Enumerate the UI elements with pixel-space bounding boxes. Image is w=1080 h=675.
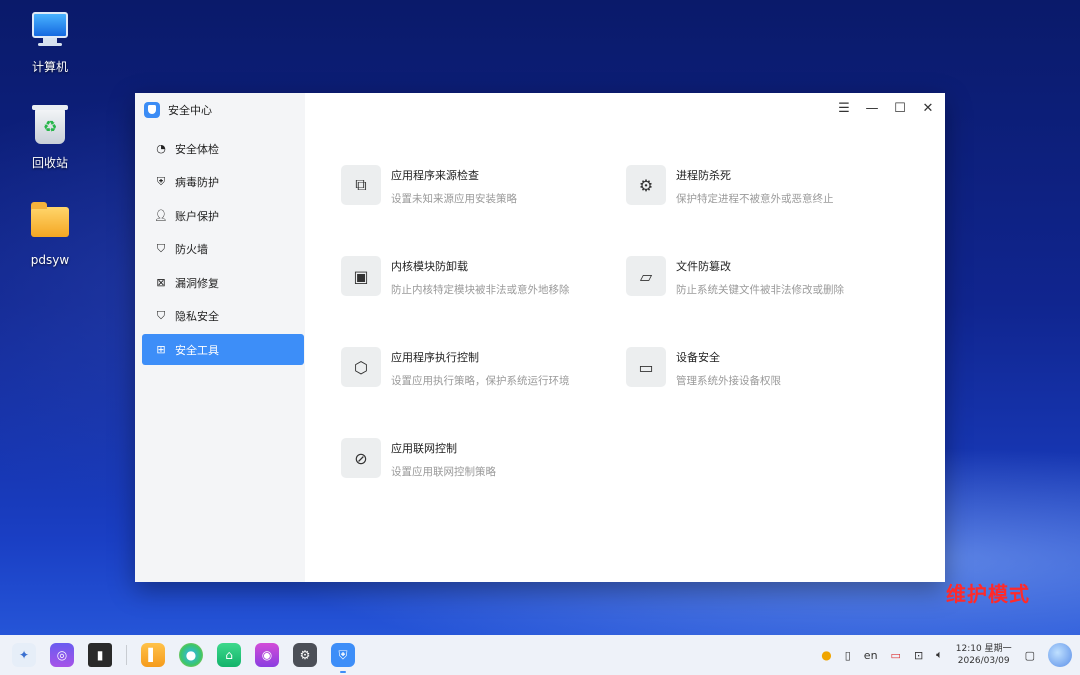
tool-title: 应用程序来源检查	[391, 169, 479, 182]
sidebar-item-label: 病毒防护	[175, 176, 219, 189]
sidebar-item-label: 安全工具	[175, 343, 219, 357]
window-controls: ☰ — ☐ ✕	[835, 99, 937, 117]
tool-card-kernel-module[interactable]: ▣ 内核模块防卸载 防止内核特定模块被非法或意外地移除	[341, 256, 570, 297]
app-title: 安全中心	[168, 104, 212, 117]
bug-fix-icon: ⊠	[156, 276, 166, 289]
folder-lock-icon: ▱	[626, 256, 666, 296]
tool-title: 应用联网控制	[391, 442, 457, 455]
grid-icon: ⊞	[156, 343, 166, 356]
minimize-icon[interactable]: —	[863, 99, 881, 117]
app-source-icon: ⧉	[341, 165, 381, 205]
privacy-shield-icon: ⛉	[156, 309, 166, 322]
tool-desc: 保护特定进程不被意外或恶意终止	[676, 193, 834, 205]
user-avatar-icon[interactable]	[1048, 643, 1072, 667]
desktop-icon-folder[interactable]: pdsyw	[15, 202, 85, 267]
sidebar-item-security-check[interactable]: ◔ 安全体检	[142, 133, 304, 164]
notification-dot-icon[interactable]: ●	[821, 648, 831, 662]
tool-desc: 管理系统外接设备权限	[676, 375, 781, 387]
tool-desc: 设置应用联网控制策略	[391, 466, 496, 478]
sidebar-nav: ◔ 安全体检 ⛨ 病毒防护 👤︎ 账户保护 ⛉ 防火墙 ⊠ 漏洞修复 ⛉ 隐私安…	[135, 133, 305, 365]
sidebar-item-label: 防火墙	[175, 243, 208, 256]
chip-icon: ▣	[341, 256, 381, 296]
folder-icon	[30, 202, 70, 247]
browser-icon[interactable]: ●	[179, 643, 203, 667]
tool-title: 内核模块防卸载	[391, 260, 468, 273]
battery-icon[interactable]: ▭	[891, 649, 901, 662]
tool-title: 应用程序执行控制	[391, 351, 479, 364]
network-icon[interactable]: ⊡	[914, 649, 923, 662]
desktop-icon-label: 回收站	[31, 156, 68, 170]
taskbar-separator	[126, 645, 127, 665]
firewall-icon: ⛉	[156, 242, 166, 255]
settings-icon[interactable]: ⚙	[293, 643, 317, 667]
desktop-icon-label: 计算机	[31, 60, 68, 74]
maximize-icon[interactable]: ☐	[891, 99, 909, 117]
app-header: 安全中心	[135, 93, 305, 127]
tool-card-exec-control[interactable]: ⬡ 应用程序执行控制 设置应用执行策略，保护系统运行环境	[341, 347, 570, 388]
desktop-icon-trash[interactable]: 回收站	[15, 105, 85, 171]
tool-desc: 防止内核特定模块被非法或意外地移除	[391, 284, 570, 296]
computer-icon	[30, 12, 70, 52]
sidebar-item-security-tools[interactable]: ⊞ 安全工具	[142, 334, 304, 365]
tool-title: 文件防篡改	[676, 260, 731, 273]
multitask-icon[interactable]: ▮	[88, 643, 112, 667]
volume-icon[interactable]: 🔈︎	[936, 648, 943, 662]
sidebar-item-label: 漏洞修复	[175, 276, 219, 290]
sidebar-item-label: 安全体检	[175, 142, 219, 156]
desktop-icon-label: pdsyw	[30, 253, 70, 267]
clipboard-icon[interactable]: ▯	[845, 649, 851, 662]
security-center-icon[interactable]: ⛨	[331, 643, 355, 673]
process-icon: ⚙	[626, 165, 666, 205]
sidebar-item-vulnerability-fix[interactable]: ⊠ 漏洞修复	[142, 267, 304, 298]
clock[interactable]: 12:10 星期一 2026/03/09	[956, 643, 1012, 667]
sidebar-item-privacy[interactable]: ⛉ 隐私安全	[142, 301, 304, 332]
maintenance-mode-watermark: 维护模式	[946, 582, 1030, 606]
launcher-icon[interactable]: ✦	[12, 643, 36, 667]
tool-desc: 防止系统关键文件被非法修改或删除	[676, 284, 844, 296]
menu-icon[interactable]: ☰	[835, 99, 853, 117]
sidebar: 安全中心 ◔ 安全体检 ⛨ 病毒防护 👤︎ 账户保护 ⛉ 防火墙 ⊠ 漏洞修复	[135, 93, 305, 582]
security-center-window: 安全中心 ◔ 安全体检 ⛨ 病毒防护 👤︎ 账户保护 ⛉ 防火墙 ⊠ 漏洞修复	[135, 93, 945, 582]
tool-title: 设备安全	[676, 351, 720, 364]
tool-card-process-protection[interactable]: ⚙ 进程防杀死 保护特定进程不被意外或恶意终止	[626, 165, 834, 206]
sidebar-item-account-protection[interactable]: 👤︎ 账户保护	[142, 200, 304, 231]
close-icon[interactable]: ✕	[919, 99, 937, 117]
clock-time: 12:10 星期一	[955, 644, 1012, 654]
system-tray: ● ▯ en ▭ ⊡ 🔈︎ 12:10 星期一 2026/03/09 ▢	[821, 635, 1080, 675]
tool-card-file-tamper[interactable]: ▱ 文件防篡改 防止系统关键文件被非法修改或删除	[626, 256, 844, 297]
shield-plus-icon: ⛨	[156, 175, 166, 188]
exec-control-icon: ⬡	[341, 347, 381, 387]
sidebar-item-label: 隐私安全	[175, 310, 219, 323]
app-store-icon[interactable]: ⌂	[217, 643, 241, 667]
sidebar-item-label: 账户保护	[175, 209, 219, 223]
camera-icon[interactable]: ◉	[255, 643, 279, 667]
tool-card-network-control[interactable]: ⊘ 应用联网控制 设置应用联网控制策略	[341, 438, 496, 479]
taskbar: ✦ ◎ ▮ ▌ ● ⌂ ◉ ⚙ ⛨ ● ▯ en ▭ ⊡ 🔈︎ 12:10 星期…	[0, 635, 1080, 675]
tool-title: 进程防杀死	[676, 169, 731, 182]
file-manager-icon[interactable]: ▌	[141, 643, 165, 667]
network-planet-icon: ⊘	[341, 438, 381, 478]
tool-desc: 设置未知来源应用安装策略	[391, 193, 517, 205]
main-content: ☰ — ☐ ✕ ⧉ 应用程序来源检查 设置未知来源应用安装策略 ⚙ 进程防杀死 …	[305, 93, 945, 582]
user-icon: 👤︎	[154, 209, 168, 222]
notification-center-icon[interactable]: ▢	[1025, 649, 1035, 662]
tool-card-device-security[interactable]: ▭ 设备安全 管理系统外接设备权限	[626, 347, 781, 388]
sidebar-item-virus-protection[interactable]: ⛨ 病毒防护	[142, 167, 304, 198]
desktop-icon-computer[interactable]: 计算机	[15, 12, 85, 75]
security-center-logo-icon	[144, 102, 160, 118]
scan-icon: ◔	[156, 142, 166, 155]
trash-icon	[30, 105, 70, 148]
search-app-icon[interactable]: ◎	[50, 643, 74, 667]
device-monitor-icon: ▭	[626, 347, 666, 387]
tool-desc: 设置应用执行策略，保护系统运行环境	[391, 375, 570, 387]
sidebar-item-firewall[interactable]: ⛉ 防火墙	[142, 234, 304, 265]
tool-card-app-source-check[interactable]: ⧉ 应用程序来源检查 设置未知来源应用安装策略	[341, 165, 517, 206]
input-language[interactable]: en	[864, 649, 878, 662]
clock-date: 2026/03/09	[957, 656, 1010, 666]
